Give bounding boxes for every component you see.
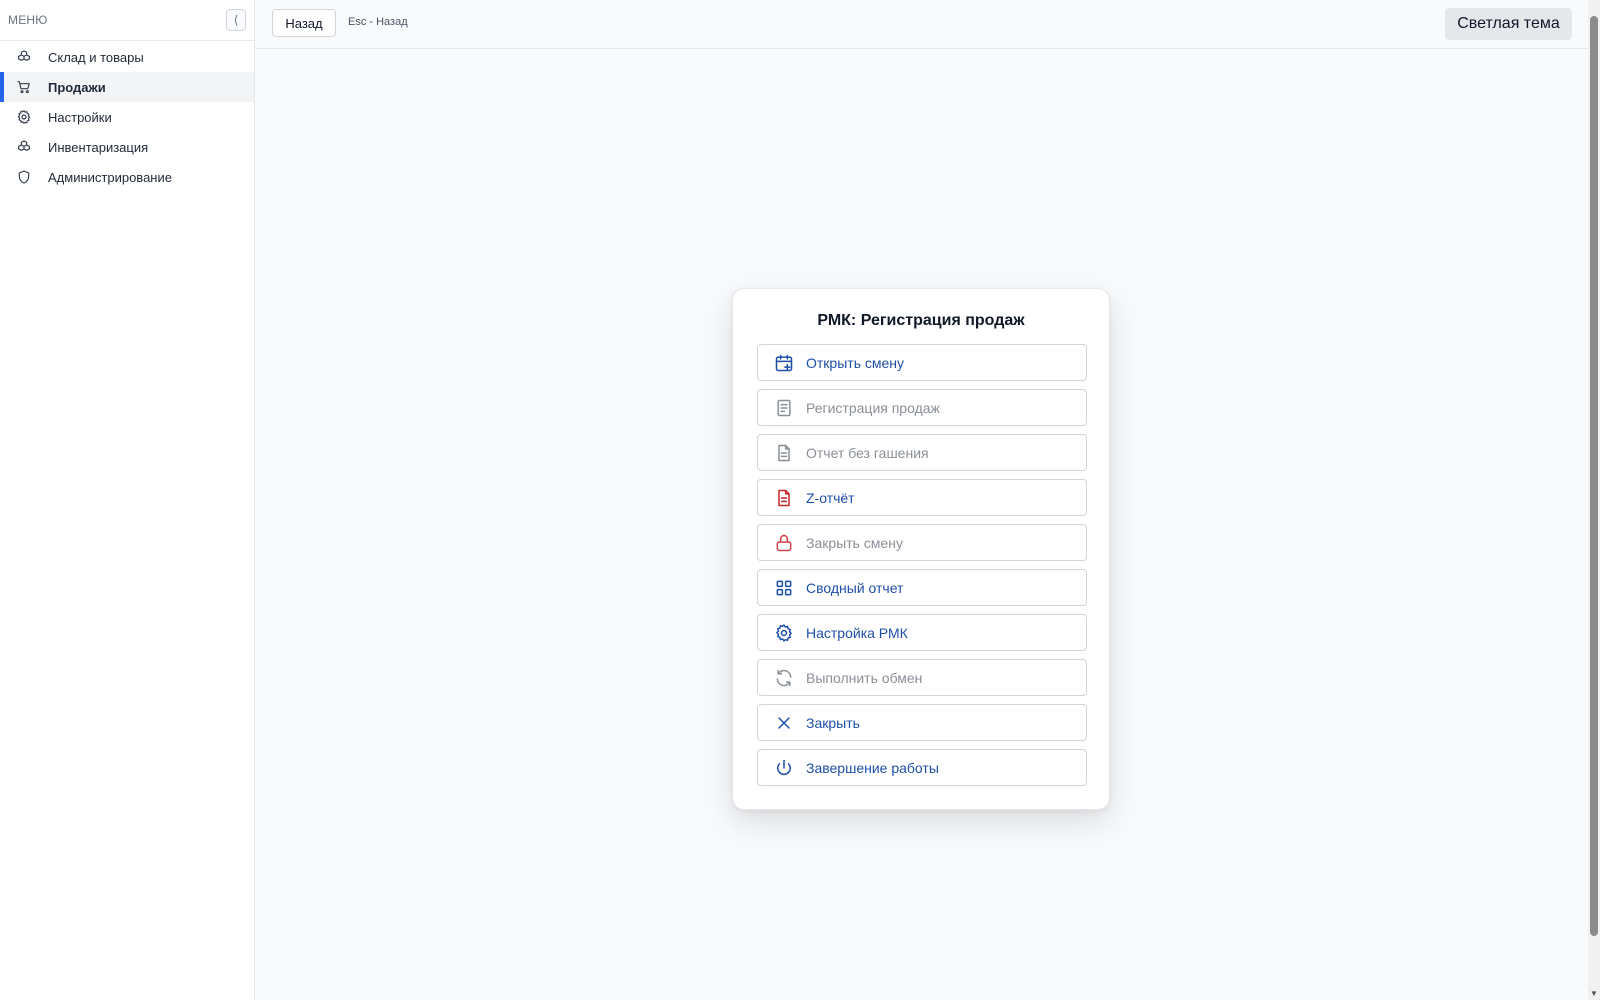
button-label: Завершение работы: [806, 759, 939, 776]
shutdown-button[interactable]: Завершение работы: [757, 749, 1087, 786]
calendar-plus-icon: [774, 353, 794, 373]
button-label: Регистрация продаж: [806, 399, 940, 416]
button-label: Выполнить обмен: [806, 669, 923, 686]
pos-settings-button[interactable]: Настройка РМК: [757, 614, 1087, 651]
sidebar-item-sales[interactable]: Продажи: [0, 72, 254, 102]
document-lines-icon: [774, 443, 794, 463]
close-icon: [774, 713, 794, 733]
top-bar: Назад Esc - Назад Светлая тема: [256, 0, 1588, 49]
lock-icon: [774, 533, 794, 553]
sidebar-item-label: Склад и товары: [48, 49, 144, 65]
sidebar-item-label: Администрирование: [48, 169, 172, 185]
page-scrollbar[interactable]: ▼: [1588, 0, 1600, 1000]
close-dialog-button[interactable]: Закрыть: [757, 704, 1087, 741]
cart-icon: [16, 79, 32, 95]
back-shortcut-hint: Esc - Назад: [348, 16, 408, 28]
back-button[interactable]: Назад: [272, 9, 336, 37]
document-icon: [774, 398, 794, 418]
z-report-button[interactable]: Z-отчёт: [757, 479, 1087, 516]
button-label: Открыть смену: [806, 354, 905, 371]
sidebar-item-settings[interactable]: Настройки: [0, 102, 254, 132]
sidebar-title: МЕНЮ: [8, 13, 48, 27]
summary-report-button[interactable]: Сводный отчет: [757, 569, 1087, 606]
theme-toggle-button[interactable]: Светлая тема: [1445, 8, 1572, 40]
sales-registration-button[interactable]: Регистрация продаж: [757, 389, 1087, 426]
sidebar-item-label: Продажи: [48, 79, 106, 95]
sidebar-collapse-button[interactable]: ⟨: [226, 9, 246, 31]
exchange-button[interactable]: Выполнить обмен: [757, 659, 1087, 696]
open-shift-button[interactable]: Открыть смену: [757, 344, 1087, 381]
button-label: Закрыть: [806, 714, 860, 731]
button-label: Сводный отчет: [806, 579, 904, 596]
power-icon: [774, 758, 794, 778]
button-label: Настройка РМК: [806, 624, 908, 641]
sidebar-item-administration[interactable]: Администрирование: [0, 162, 254, 192]
grid-icon: [774, 578, 794, 598]
sidebar-item-warehouse[interactable]: Склад и товары: [0, 42, 254, 72]
shield-icon: [16, 169, 32, 185]
sidebar: МЕНЮ ⟨ Склад и товары Продажи Настройки …: [0, 0, 255, 1000]
gear-icon: [774, 623, 794, 643]
dialog-title: РМК: Регистрация продаж: [817, 312, 1025, 329]
button-label: Отчет без гашения: [806, 444, 929, 461]
boxes-icon: [16, 49, 32, 65]
scrollbar-thumb[interactable]: [1590, 16, 1598, 936]
gear-icon: [16, 109, 32, 125]
sidebar-header: МЕНЮ ⟨: [0, 0, 254, 41]
document-red-icon: [774, 488, 794, 508]
sidebar-item-label: Настройки: [48, 109, 112, 125]
refresh-icon: [774, 668, 794, 688]
pos-dialog: РМК: Регистрация продаж Открыть смену Ре…: [732, 288, 1110, 810]
sidebar-item-label: Инвентаризация: [48, 139, 149, 155]
x-report-button[interactable]: Отчет без гашения: [757, 434, 1087, 471]
scroll-down-arrow-icon[interactable]: ▼: [1588, 986, 1600, 1000]
close-shift-button[interactable]: Закрыть смену: [757, 524, 1087, 561]
sidebar-item-inventory[interactable]: Инвентаризация: [0, 132, 254, 162]
button-label: Z-отчёт: [806, 489, 855, 506]
sidebar-nav: Склад и товары Продажи Настройки Инвента…: [0, 41, 254, 192]
boxes-icon: [16, 139, 32, 155]
button-label: Закрыть смену: [806, 534, 903, 551]
